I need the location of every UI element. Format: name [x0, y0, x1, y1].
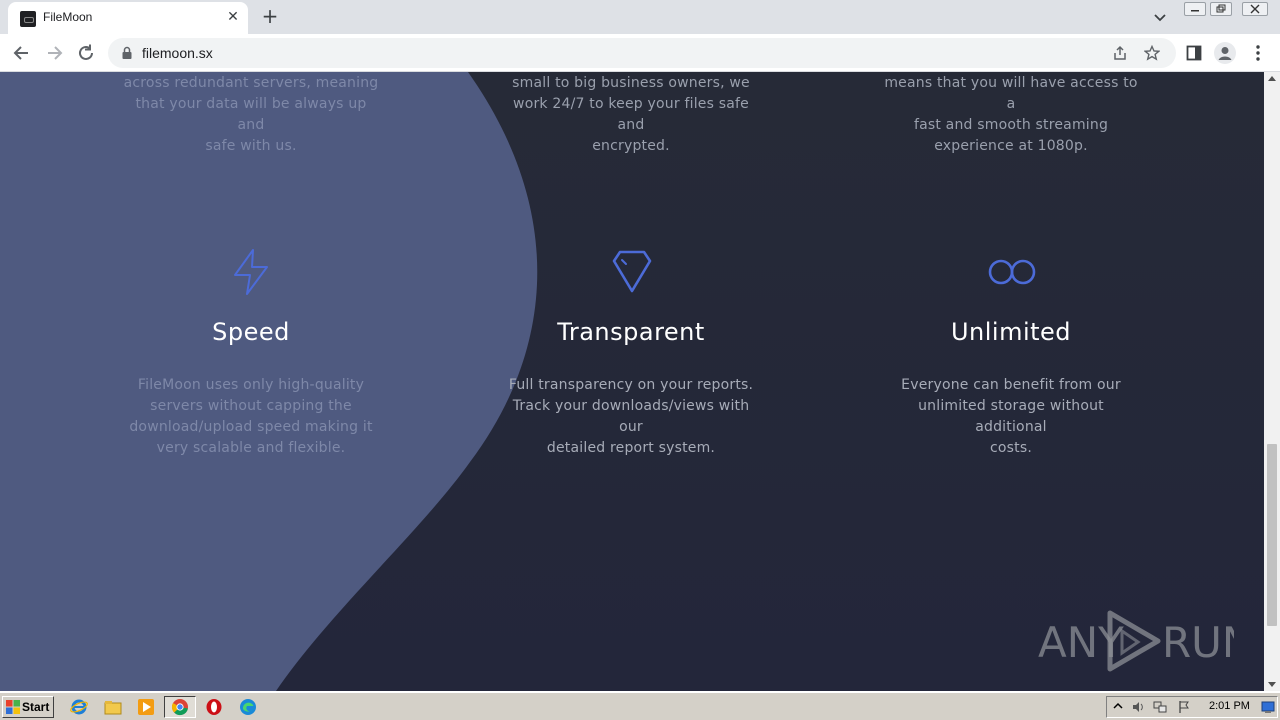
volume-icon[interactable] [1131, 700, 1145, 714]
feature-desc-unlimited: Everyone can benefit from our unlimited … [901, 377, 1121, 456]
scroll-down-arrow-icon[interactable] [1268, 682, 1276, 687]
diamond-icon [612, 250, 652, 293]
feature-top-text-3: means that you will have access to a fas… [884, 75, 1138, 154]
scrollbar-thumb[interactable] [1267, 444, 1277, 626]
chrome-icon[interactable] [171, 698, 189, 716]
bookmark-star-icon[interactable] [1144, 45, 1160, 61]
page-scrollbar[interactable] [1264, 72, 1280, 691]
window-close-button[interactable] [1242, 2, 1268, 16]
share-icon[interactable] [1112, 45, 1128, 61]
lock-icon[interactable] [120, 46, 134, 60]
browser-menu-icon[interactable] [1250, 44, 1266, 62]
infinity-icon [988, 259, 1036, 285]
feature-title-transparent: Transparent [557, 318, 705, 346]
feature-top-text-2: small to big business owners, we work 24… [512, 75, 750, 154]
tab-close-icon[interactable]: ✕ [225, 9, 241, 25]
tab-search-chevron-icon[interactable] [1152, 9, 1168, 25]
filemoon-favicon-icon [20, 11, 36, 27]
url-text[interactable]: filemoon.sx [142, 45, 213, 61]
lightning-icon [234, 249, 268, 295]
side-panel-icon[interactable] [1186, 45, 1202, 61]
new-tab-button[interactable]: + [259, 6, 281, 28]
window-minimize-button[interactable] [1184, 2, 1206, 16]
svg-text:RUN: RUN [1162, 618, 1234, 667]
tray-expand-icon[interactable] [1111, 700, 1125, 714]
address-bar[interactable]: filemoon.sx [108, 38, 1176, 68]
show-desktop-icon[interactable] [1261, 700, 1275, 714]
opera-icon[interactable] [205, 698, 223, 716]
forward-arrow-icon[interactable] [43, 42, 65, 64]
windows-flag-icon [6, 700, 20, 714]
feature-top-text-1: across redundant servers, meaning that y… [123, 75, 379, 154]
browser-tab-filemoon[interactable]: FileMoon ✕ [8, 2, 248, 34]
scroll-up-arrow-icon[interactable] [1268, 76, 1276, 81]
anyrun-watermark-logo: ANY RUN [1038, 610, 1234, 672]
start-label: Start [22, 700, 50, 714]
action-center-flag-icon[interactable] [1177, 700, 1191, 714]
window-restore-button[interactable] [1210, 2, 1232, 16]
feature-desc-transparent: Full transparency on your reports. Track… [508, 377, 754, 456]
profile-avatar-icon[interactable] [1214, 42, 1236, 64]
reload-icon[interactable] [75, 42, 97, 64]
system-tray: 2:01 PM [1106, 696, 1278, 718]
browser-toolbar: filemoon.sx [0, 34, 1280, 72]
file-explorer-icon[interactable] [104, 698, 122, 716]
network-icon[interactable] [1153, 700, 1167, 714]
feature-title-unlimited: Unlimited [950, 318, 1072, 346]
internet-explorer-icon[interactable] [70, 698, 88, 716]
edge-icon[interactable] [239, 698, 257, 716]
windows-taskbar: Start 2:01 PM [0, 692, 1280, 720]
start-button[interactable]: Start [2, 696, 54, 718]
media-player-icon[interactable] [137, 698, 155, 716]
feature-desc-speed: FileMoon uses only high-quality servers … [129, 377, 373, 456]
back-arrow-icon[interactable] [11, 42, 33, 64]
page-viewport: across redundant servers, meaning that y… [0, 72, 1264, 691]
tab-title: FileMoon [43, 10, 93, 24]
feature-title-speed: Speed [212, 318, 290, 346]
taskbar-clock[interactable]: 2:01 PM [1209, 700, 1250, 712]
browser-tab-strip: FileMoon ✕ + [0, 0, 1280, 34]
